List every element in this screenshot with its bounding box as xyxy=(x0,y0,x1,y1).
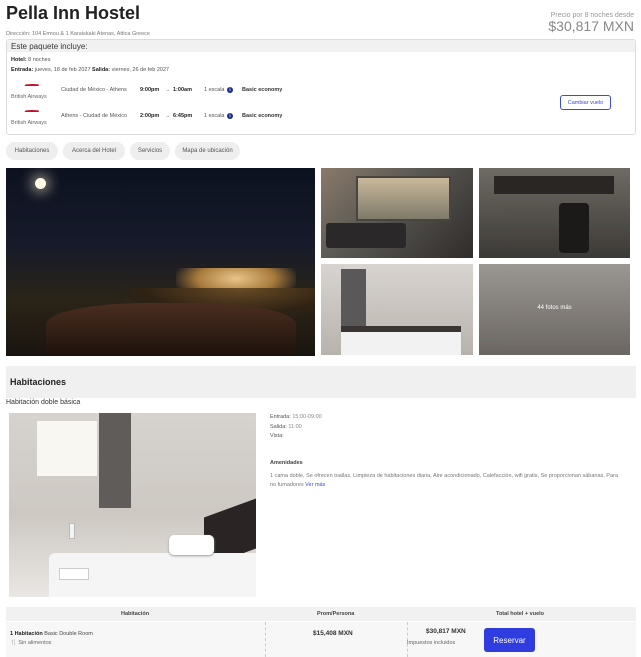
curtain-shape xyxy=(341,269,366,334)
flight-route: Athens - Ciudad de México xyxy=(61,113,128,119)
cell-divider xyxy=(265,622,266,657)
tab-acerca-del-hotel[interactable]: Acerca del Hotel xyxy=(63,142,125,160)
header-total: Total hotel + vuelo xyxy=(496,611,545,617)
row-meal: 🍴 Sin alimentos xyxy=(10,640,51,646)
header-per-person: Prom/Persona xyxy=(317,611,355,617)
flight-arrow: → xyxy=(165,87,171,93)
british-airways-logo-icon xyxy=(25,109,39,114)
tab-habitaciones[interactable]: Habitaciones xyxy=(6,142,58,160)
moon-shape xyxy=(35,178,46,189)
checkin-label: Entrada: xyxy=(11,67,34,73)
checkout-label: Salida: xyxy=(92,67,111,73)
change-flight-button[interactable]: Cambiar vuelo xyxy=(560,95,611,110)
room-checkin: Entrada: 15:00-09:00 xyxy=(270,414,322,420)
bed-shape xyxy=(341,326,461,355)
flight-arrow: → xyxy=(165,113,171,119)
tax-note: Impuestos incluidos xyxy=(407,640,456,646)
gallery-main-photo[interactable] xyxy=(6,168,315,356)
hotel-nights-value: 8 noches xyxy=(28,57,51,63)
price-total: $30,817 MXN xyxy=(548,18,634,34)
flight-return: British Airways Athens - Ciudad de Méxic… xyxy=(7,108,635,130)
price-per-person: $15,408 MXN xyxy=(313,630,353,637)
room-checkout-value: 11:00 xyxy=(288,424,302,430)
room-checkin-label: Entrada: xyxy=(270,414,291,420)
utensils-icon: 🍴 xyxy=(10,640,17,646)
flight-cabin: Basic economy xyxy=(242,113,283,119)
room-type-title: Habitación doble básica xyxy=(6,399,81,406)
table-row: 1 Habitación Basic Double Room 🍴 Sin ali… xyxy=(6,622,636,657)
room-count: 1 Habitación xyxy=(10,631,43,637)
british-airways-logo-icon xyxy=(25,83,39,88)
header-room: Habitación xyxy=(121,611,150,617)
flight-stops: 1 escala xyxy=(204,113,225,119)
amenities-list: 1 cama doble, Se ofrecen toallas, Limpie… xyxy=(270,472,625,490)
room-view-label: Vista: xyxy=(270,433,284,439)
people-silhouette xyxy=(46,303,296,356)
gallery-photo-more[interactable]: 44 fotos más xyxy=(479,264,630,355)
room-photo[interactable] xyxy=(9,413,256,597)
row-total-price: $30,817 MXN xyxy=(426,628,466,635)
airline-name: British Airways xyxy=(11,94,47,100)
shelf-shape xyxy=(494,176,614,194)
more-photos-count[interactable]: 44 fotos más xyxy=(479,305,630,311)
room-view: Vista: xyxy=(270,433,284,439)
pillow-shape xyxy=(169,535,214,555)
rooms-section-header: Habitaciones xyxy=(6,366,636,398)
info-icon[interactable]: i xyxy=(227,113,233,119)
flight-depart-time: 2:00pm xyxy=(140,113,160,119)
gallery-photo-desk[interactable] xyxy=(479,168,630,258)
rates-table-header: Habitación Prom/Persona Total hotel + vu… xyxy=(6,607,636,621)
hotel-name: Pella Inn Hostel xyxy=(6,3,141,23)
gallery-photo-room[interactable] xyxy=(321,264,473,355)
towel-shape xyxy=(59,568,89,580)
package-heading: Este paquete incluye: xyxy=(7,40,635,52)
flight-cabin: Basic economy xyxy=(242,87,283,93)
flight-outbound: British Airways Ciudad de México - Athen… xyxy=(7,82,635,104)
flight-route: Ciudad de México - Athens xyxy=(61,87,127,93)
package-hotel-line: Hotel: 8 noches xyxy=(11,57,50,63)
room-checkout-label: Salida: xyxy=(270,424,287,430)
row-room: 1 Habitación Basic Double Room xyxy=(10,631,93,637)
package-box: Este paquete incluye: Hotel: 8 noches En… xyxy=(6,39,636,135)
tab-servicios[interactable]: Servicios xyxy=(130,142,170,160)
hotel-nights-label: Hotel: xyxy=(11,57,27,63)
info-icon[interactable]: i xyxy=(227,87,233,93)
airline-name: British Airways xyxy=(11,120,47,126)
meal-plan: Sin alimentos xyxy=(18,640,52,646)
package-dates-line: Entrada: jueves, 18 de feb 2027 Salida: … xyxy=(11,67,169,73)
outlet-shape xyxy=(69,523,75,539)
reserve-button[interactable]: Reservar xyxy=(484,628,535,652)
chair-shape xyxy=(559,203,589,253)
flight-arrive-time: 1:00am xyxy=(173,87,192,93)
hotel-address: Dirección: 104 Ermou & 1 Karaiskaki Aten… xyxy=(6,31,150,37)
amenities-title: Amenidades xyxy=(270,460,303,466)
window-shape xyxy=(356,176,451,221)
see-more-link[interactable]: Ver más xyxy=(305,482,325,488)
flight-stops: 1 escala xyxy=(204,87,225,93)
room-checkin-value: 15:00-09:00 xyxy=(292,414,322,420)
sofa-shape xyxy=(326,223,406,248)
tab-mapa-de-ubicacion[interactable]: Mapa de ubicación xyxy=(175,142,240,160)
gallery-photo-lobby[interactable] xyxy=(321,168,473,258)
checkin-value: jueves, 18 de feb 2027 xyxy=(34,67,91,73)
curtain-shape xyxy=(99,413,131,508)
room-name: Basic Double Room xyxy=(44,631,93,637)
checkout-value: viernes, 26 de feb 2027 xyxy=(111,67,170,73)
flight-arrive-time: 6:45pm xyxy=(173,113,193,119)
rooms-section-title: Habitaciones xyxy=(10,377,67,387)
window-shape xyxy=(37,421,97,476)
room-checkout: Salida: 11:00 xyxy=(270,424,302,430)
flight-depart-time: 9:00pm xyxy=(140,87,160,93)
